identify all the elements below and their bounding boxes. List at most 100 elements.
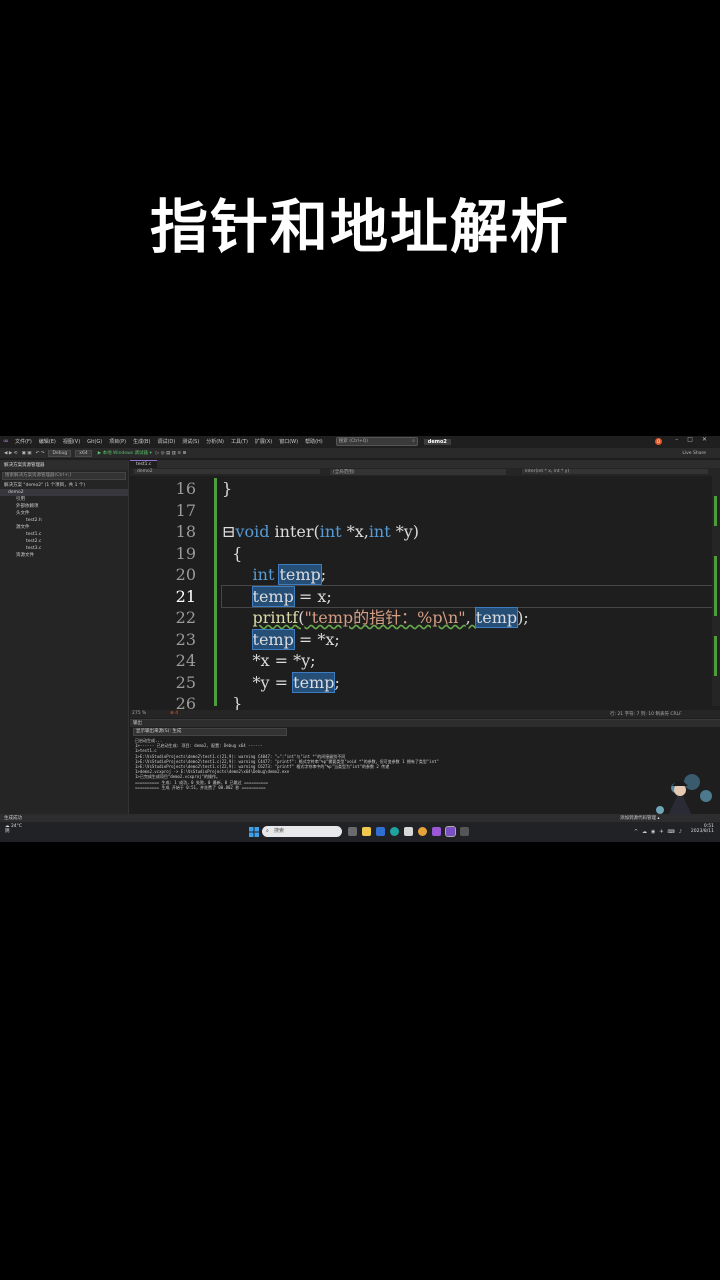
change-tracking-bar: [214, 478, 217, 706]
account-avatar[interactable]: O: [655, 438, 662, 445]
chrome-icon[interactable]: [418, 827, 427, 836]
live-share-button[interactable]: Live Share: [682, 451, 706, 456]
tree-item-external-deps[interactable]: 外部依赖项: [0, 503, 128, 510]
code-token: int: [368, 522, 391, 541]
output-log: 已启动生成... 1>------ 已启动生成: 项目: demo2, 配置: D…: [135, 738, 439, 790]
visual-studio-taskbar-icon[interactable]: [445, 826, 456, 837]
visual-studio-logo-icon: ∞: [3, 437, 9, 445]
code-area[interactable]: 16 17 18 19 20 21 22 23 24 25 26 } ⊟void…: [130, 478, 720, 713]
window-controls-icon[interactable]: –□✕: [675, 436, 716, 443]
line-number: 19: [175, 543, 196, 563]
code-token-highlight: temp: [251, 585, 295, 607]
app-icon[interactable]: [376, 827, 385, 836]
windows-start-icon[interactable]: [249, 827, 259, 837]
back-forward-icon[interactable]: ◀ ▶ ⟲: [4, 451, 18, 456]
taskbar-search[interactable]: ⌕ 搜索: [262, 826, 342, 837]
code-token: ;: [320, 565, 327, 584]
search-icon: ⌕: [412, 439, 415, 444]
code-token: *x,: [346, 522, 369, 541]
clock[interactable]: 0:51 2023/8/11: [691, 824, 714, 834]
line-number: 25: [175, 672, 196, 692]
toolbar-misc-icon[interactable]: ▷ ◎ ▤ ▥ ≡ ⊞: [156, 451, 187, 456]
code-token: *x = *y;: [222, 651, 316, 670]
vertical-scrollbar[interactable]: [712, 476, 720, 706]
code-token: *y): [395, 522, 420, 541]
output-source-select[interactable]: 显示输出来源(S): 生成: [133, 728, 287, 736]
nav-project-select[interactable]: demo2: [134, 469, 320, 474]
menu-git[interactable]: Git(G): [87, 439, 102, 445]
anime-character-decoration: [656, 774, 712, 820]
line-number-current: 21: [175, 586, 196, 606]
tree-item-header-files[interactable]: 头文件: [0, 510, 128, 517]
undo-redo-icon[interactable]: ↶ ↷: [36, 451, 45, 456]
app-icon[interactable]: [460, 827, 469, 836]
tree-item-file[interactable]: test2.c: [0, 538, 128, 545]
video-overlay-title: 指针和地址解析: [149, 193, 570, 261]
config-select[interactable]: Debug: [48, 449, 72, 457]
menu-extensions[interactable]: 扩展(X): [255, 438, 272, 445]
menu-bar: ∞ 文件(F) 编辑(E) 视图(V) Git(G) 项目(P) 生成(B) 调…: [0, 436, 720, 447]
menu-edit[interactable]: 编辑(E): [39, 438, 56, 445]
code-line: {: [222, 543, 712, 565]
platform-select[interactable]: x64: [75, 449, 92, 457]
visual-studio-window: ∞ 文件(F) 编辑(E) 视图(V) Git(G) 项目(P) 生成(B) 调…: [0, 436, 720, 842]
collapse-icon[interactable]: ⊟: [222, 522, 235, 541]
output-panel-title: 输出: [130, 720, 720, 727]
line-number: 24: [175, 651, 196, 670]
tree-item-file[interactable]: test2.h: [0, 517, 128, 524]
store-icon[interactable]: [404, 827, 413, 836]
code-token: inter(: [274, 522, 320, 541]
line-number: 17: [175, 500, 196, 520]
code-token-warning: printf("temp的指针：%p\n",: [252, 608, 476, 627]
task-view-icon[interactable]: [348, 827, 357, 836]
solution-explorer-panel: 解决方案资源管理器 搜索解决方案资源管理器(Ctrl+;) 解决方案 "demo…: [0, 460, 129, 836]
code-lines: } ⊟void inter(int *x,int *y) { int temp;…: [221, 478, 713, 715]
menu-project[interactable]: 项目(P): [109, 438, 126, 445]
tree-item-references[interactable]: 引用: [0, 496, 128, 503]
standard-toolbar: ◀ ▶ ⟲ ▣ ▣ ↶ ↷ Debug x64 ▶ 本地 Windows 调试器…: [0, 448, 720, 458]
code-token: void: [235, 522, 270, 541]
zoom-level[interactable]: 275 %: [132, 711, 146, 716]
navigation-bar: demo2 (全局范围) inter(int * x, int * y): [130, 468, 720, 476]
search-box[interactable]: 搜索 (Ctrl+Q) ⌕: [335, 437, 418, 446]
menu-build[interactable]: 生成(B): [133, 438, 150, 445]
menu-window[interactable]: 窗口(W): [279, 438, 298, 445]
edge-icon[interactable]: [390, 827, 399, 836]
output-panel: 输出 显示输出来源(S): 生成 已启动生成... 1>------ 已启动生成:…: [130, 719, 720, 814]
menu-view[interactable]: 视图(V): [63, 438, 80, 445]
code-line: *x = *y;: [222, 650, 712, 672]
save-icon[interactable]: ▣ ▣: [22, 451, 32, 456]
weather-widget[interactable]: ☁ 24°C 阴: [5, 824, 22, 834]
source-control-button[interactable]: 添加到源代码管理 ▴: [620, 815, 660, 821]
menu-tools[interactable]: 工具(T): [231, 438, 248, 445]
line-number: 20: [175, 565, 196, 584]
windows-taskbar: ☁ 24°C 阴 ⌕ 搜索 ^☁◉✈⌨♪ 0:51 2023/8/11: [0, 822, 720, 842]
tree-item-file[interactable]: test3.c: [0, 545, 128, 552]
tree-item-source-files[interactable]: 源文件: [0, 524, 128, 531]
code-line: ⊟void inter(int *x,int *y): [222, 521, 712, 543]
menu-help[interactable]: 帮助(H): [305, 438, 323, 445]
nav-scope-select[interactable]: (全局范围): [330, 469, 506, 475]
code-token: {: [222, 543, 243, 563]
app-icon[interactable]: [432, 827, 441, 836]
tree-item-resource-files[interactable]: 资源文件: [0, 552, 128, 559]
error-indicator-icon[interactable]: ⊗ 4: [170, 711, 178, 716]
code-token: int: [319, 522, 342, 541]
menu-file[interactable]: 文件(F): [15, 438, 32, 445]
menu-test[interactable]: 测试(S): [182, 438, 199, 445]
start-debugging-button[interactable]: ▶ 本地 Windows 调试器 ▾: [98, 450, 152, 456]
solution-explorer-search[interactable]: 搜索解决方案资源管理器(Ctrl+;): [2, 472, 126, 480]
menu-debug[interactable]: 调试(D): [157, 438, 175, 445]
nav-member-select[interactable]: inter(int * x, int * y): [522, 469, 708, 474]
code-token: }: [222, 479, 233, 498]
tree-item-solution[interactable]: 解决方案 "demo2" (1 个项目，共 1 个): [0, 482, 128, 489]
file-explorer-icon[interactable]: [362, 827, 371, 836]
tree-item-file[interactable]: test1.c: [0, 531, 128, 538]
code-line: }: [222, 478, 712, 500]
search-placeholder: 搜索 (Ctrl+Q): [338, 439, 369, 444]
menu-analyze[interactable]: 分析(N): [206, 438, 224, 445]
line-number: 18: [175, 522, 196, 541]
tree-item-project[interactable]: demo2: [0, 489, 128, 496]
system-tray-icons[interactable]: ^☁◉✈⌨♪: [634, 829, 686, 835]
cursor-position: 行: 21 字符: 7 列: 10 制表符 CRLF: [610, 712, 682, 717]
